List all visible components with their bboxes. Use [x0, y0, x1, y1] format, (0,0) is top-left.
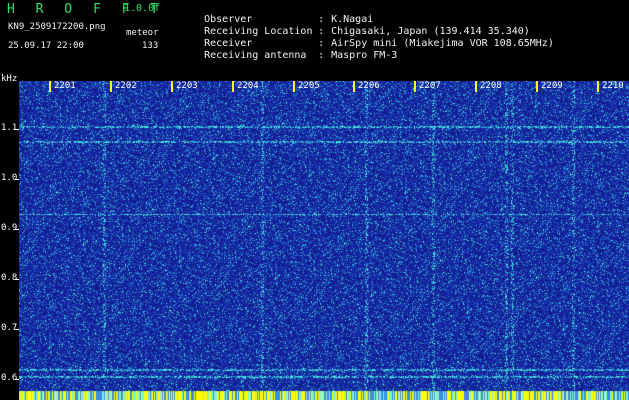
- app-version: 1.0.0f: [124, 3, 161, 14]
- hour-marker: [171, 81, 173, 92]
- hrofft-window: H R O F F T 1.0.0f KN9_2509172200.png me…: [0, 0, 629, 400]
- hour-label: 2206: [358, 81, 380, 91]
- hour-label: 2203: [176, 81, 198, 91]
- hour-label: 2201: [54, 81, 76, 91]
- datetime-label: 25.09.17 22:00: [8, 41, 84, 51]
- hour-label: 2208: [480, 81, 502, 91]
- y-axis-unit: kHz: [1, 74, 18, 84]
- hour-label: 2204: [237, 81, 259, 91]
- hour-label: 2210: [602, 81, 624, 91]
- spectrogram-canvas: [19, 81, 629, 400]
- hour-marker: [232, 81, 234, 92]
- mode-label: meteor: [126, 28, 159, 38]
- count-label: 133: [142, 41, 159, 51]
- hour-marker: [49, 81, 51, 92]
- meta-antenna: Receiving antenna: Maspro FM-3: [180, 41, 397, 71]
- meta-value: Maspro FM-3: [331, 50, 398, 61]
- meta-label: Receiving antenna: [204, 50, 307, 61]
- filename-label: KN9_2509172200.png: [8, 22, 106, 32]
- hour-marker: [414, 81, 416, 92]
- spectrogram-panel: [19, 81, 629, 400]
- hour-marker: [353, 81, 355, 92]
- hour-marker: [293, 81, 295, 92]
- hour-marker: [110, 81, 112, 92]
- hour-marker: [597, 81, 599, 92]
- hour-label: 2202: [115, 81, 137, 91]
- hour-label: 2207: [419, 81, 441, 91]
- hour-label: 2209: [541, 81, 563, 91]
- hour-marker: [475, 81, 477, 92]
- meta-colon: :: [318, 50, 325, 61]
- hour-marker: [536, 81, 538, 92]
- hour-label: 2205: [298, 81, 320, 91]
